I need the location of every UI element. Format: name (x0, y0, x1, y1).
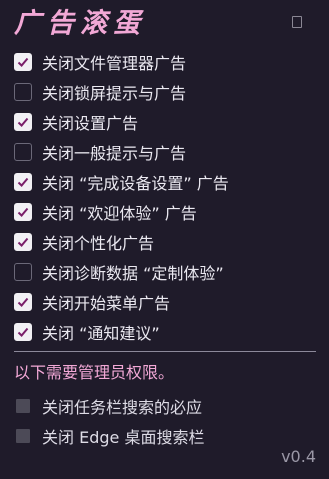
option-label: 关闭 “完成设备设置” 广告 (42, 174, 229, 193)
checkbox[interactable] (14, 323, 32, 341)
option-label: 关闭任务栏搜索的必应 (42, 398, 203, 417)
option-notification-suggestions[interactable]: 关闭 “通知建议” (14, 317, 314, 347)
checkmark-icon (17, 117, 29, 127)
option-personalized-ads[interactable]: 关闭个性化广告 (14, 227, 314, 257)
checkbox[interactable] (14, 113, 32, 131)
option-finish-device-setup-ads[interactable]: 关闭 “完成设备设置” 广告 (14, 167, 314, 197)
option-label: 关闭一般提示与广告 (42, 144, 187, 163)
checkmark-icon (17, 237, 29, 247)
option-label: 关闭 “欢迎体验” 广告 (42, 204, 197, 223)
option-start-menu-ads[interactable]: 关闭开始菜单广告 (14, 287, 314, 317)
checkmark-icon (17, 207, 29, 217)
checkbox[interactable] (14, 173, 32, 191)
options-list: 关闭文件管理器广告 关闭锁屏提示与广告 关闭设置广告 关闭一般提示与广告 关闭 … (14, 47, 314, 347)
option-diagnostic-tailored-experience[interactable]: 关闭诊断数据 “定制体验” (14, 257, 314, 287)
checkmark-icon (17, 297, 29, 307)
option-label: 关闭设置广告 (42, 114, 139, 133)
checkbox[interactable] (14, 203, 32, 221)
checkbox[interactable] (14, 143, 32, 161)
checkbox[interactable] (14, 263, 32, 281)
option-taskbar-search-bing[interactable]: 关闭任务栏搜索的必应 (14, 391, 314, 421)
option-edge-desktop-search-bar[interactable]: 关闭 Edge 桌面搜索栏 (14, 421, 314, 451)
section-divider (14, 351, 316, 352)
option-settings-ads[interactable]: 关闭设置广告 (14, 107, 314, 137)
checkbox-disabled[interactable] (16, 429, 30, 443)
checkbox-disabled[interactable] (16, 399, 30, 413)
checkbox[interactable] (14, 83, 32, 101)
option-label: 关闭开始菜单广告 (42, 294, 171, 313)
option-general-tips-ads[interactable]: 关闭一般提示与广告 (14, 137, 314, 167)
option-label: 关闭锁屏提示与广告 (42, 84, 187, 103)
option-label: 关闭 “通知建议” (42, 324, 160, 343)
app-title: 广告滚蛋 (14, 8, 146, 39)
checkmark-icon (17, 177, 29, 187)
option-label: 关闭 Edge 桌面搜索栏 (42, 428, 205, 447)
checkmark-icon (17, 57, 29, 67)
version-label: v0.4 (281, 447, 316, 466)
checkbox[interactable] (14, 53, 32, 71)
app-window: 广告滚蛋 关闭文件管理器广告 关闭锁屏提示与广告 关闭设置广告 关闭一般提示与广… (0, 0, 329, 479)
option-label: 关闭诊断数据 “定制体验” (42, 264, 224, 283)
option-file-manager-ads[interactable]: 关闭文件管理器广告 (14, 47, 314, 77)
checkmark-icon (17, 327, 29, 337)
window-button[interactable] (292, 16, 302, 28)
option-label: 关闭个性化广告 (42, 234, 155, 253)
admin-required-note: 以下需要管理员权限。 (14, 363, 175, 382)
option-welcome-experience-ads[interactable]: 关闭 “欢迎体验” 广告 (14, 197, 314, 227)
option-lockscreen-tips-ads[interactable]: 关闭锁屏提示与广告 (14, 77, 314, 107)
checkbox[interactable] (14, 293, 32, 311)
option-label: 关闭文件管理器广告 (42, 54, 187, 73)
admin-options-list: 关闭任务栏搜索的必应 关闭 Edge 桌面搜索栏 (14, 391, 314, 451)
checkbox[interactable] (14, 233, 32, 251)
